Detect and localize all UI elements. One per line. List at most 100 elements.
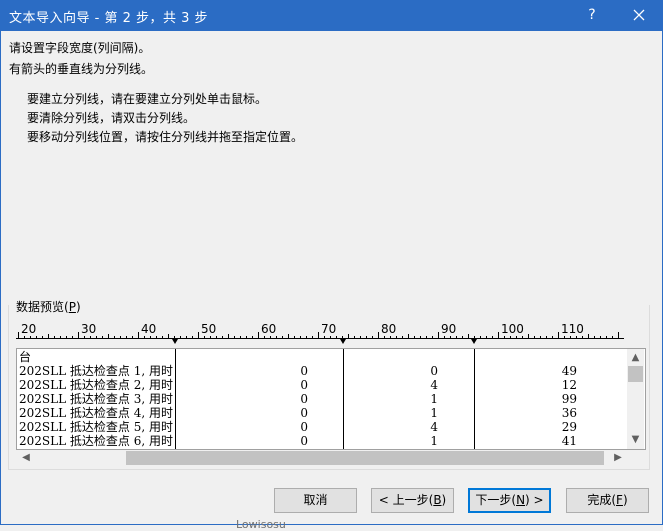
close-button[interactable]	[625, 4, 653, 26]
horizontal-scrollbar[interactable]: ◀ ▶	[16, 450, 628, 466]
ruler-tick	[540, 336, 541, 338]
ruler-tick	[54, 336, 55, 338]
row-name: 202SLL 抵达检查点 4, 用时	[19, 406, 173, 420]
ruler-tick	[576, 336, 577, 338]
row-name: 202SLL 抵达检查点 6, 用时	[19, 434, 173, 448]
ruler-tick	[582, 336, 583, 338]
ruler-tick	[138, 332, 139, 338]
instruction-bullet: 要建立分列线，请在要建立分列处单击鼠标。	[27, 92, 268, 106]
ruler-tick	[492, 336, 493, 338]
break-arrow-icon[interactable]	[172, 339, 178, 344]
ruler-tick	[186, 336, 187, 338]
ruler-label: 60	[261, 322, 277, 336]
row-value: 1	[430, 392, 438, 406]
ruler-tick	[78, 332, 79, 338]
ruler-tick	[270, 336, 271, 338]
preview-row: 202SLL 抵达检查点 1, 用时 0 0 49	[17, 364, 627, 378]
ruler-label: 70	[321, 322, 337, 336]
ruler-tick	[306, 336, 307, 338]
help-button[interactable]: ?	[578, 4, 606, 26]
horizontal-scroll-thumb[interactable]	[126, 451, 604, 465]
row-value: 0	[300, 364, 308, 378]
next-button[interactable]: 下一步(N) >	[468, 488, 551, 513]
ruler-tick	[444, 336, 445, 338]
ruler-tick	[150, 336, 151, 338]
close-icon	[633, 9, 645, 21]
ruler-tick	[228, 334, 229, 338]
ruler-tick	[300, 336, 301, 338]
ruler-tick	[252, 336, 253, 338]
row-value: 99	[561, 392, 577, 406]
ruler-tick	[132, 336, 133, 338]
ruler-tick	[456, 336, 457, 338]
finish-button[interactable]: 完成(F)	[566, 488, 649, 513]
ruler-tick	[516, 336, 517, 338]
ruler-tick	[282, 336, 283, 338]
row-name: 202SLL 抵达检查点 1, 用时	[19, 364, 173, 378]
row-value: 0	[300, 434, 308, 448]
ruler-tick	[396, 336, 397, 338]
ruler-tick	[48, 334, 49, 338]
ruler-tick	[324, 336, 325, 338]
ruler-tick	[108, 334, 109, 338]
ruler-tick	[168, 334, 169, 338]
chevron-up-icon[interactable]: ▲	[627, 351, 644, 365]
ruler-tick	[522, 336, 523, 338]
ruler-label: 50	[201, 322, 217, 336]
ruler-tick	[24, 336, 25, 338]
ruler-tick	[120, 336, 121, 338]
row-value: 49	[561, 364, 577, 378]
ruler-tick	[354, 336, 355, 338]
ruler-label: 20	[21, 322, 37, 336]
ruler-label: 90	[441, 322, 457, 336]
break-arrow-icon[interactable]	[340, 339, 346, 344]
ruler-tick	[318, 332, 319, 338]
ruler-tick	[384, 336, 385, 338]
ruler-tick	[204, 336, 205, 338]
chevron-down-icon[interactable]: ▼	[627, 433, 644, 447]
chevron-left-icon[interactable]: ◀	[18, 450, 34, 466]
preview-row: 202SLL 抵达检查点 4, 用时 0 1 36	[17, 406, 627, 420]
column-ruler[interactable]: 20 30 40 50 60 70 80 90 100 110	[16, 322, 628, 349]
row-value: 0	[300, 378, 308, 392]
ruler-tick	[264, 336, 265, 338]
preview-row: 202SLL 抵达检查点 3, 用时 0 1 99	[17, 392, 627, 406]
vertical-scrollbar[interactable]: ▲ ▼	[627, 349, 644, 449]
data-preview-box[interactable]: 台 202SLL 抵达检查点 1, 用时 0 0 49 202SLL 抵达检查点…	[16, 348, 646, 450]
ruler-tick	[534, 336, 535, 338]
ruler-tick	[216, 336, 217, 338]
preview-row: 202SLL 抵达检查点 2, 用时 0 4 12	[17, 378, 627, 392]
chevron-right-icon[interactable]: ▶	[610, 450, 626, 466]
cancel-button[interactable]: 取消	[274, 488, 357, 513]
data-preview-rows: 台 202SLL 抵达检查点 1, 用时 0 0 49 202SLL 抵达检查点…	[17, 349, 627, 449]
ruler-tick	[66, 336, 67, 338]
break-arrow-icon[interactable]	[471, 339, 477, 344]
ruler-tick	[564, 336, 565, 338]
ruler-tick	[330, 336, 331, 338]
ruler-tick	[366, 336, 367, 338]
title-bar: 文本导入向导 - 第 2 步，共 3 步 ?	[0, 0, 663, 31]
ruler-tick	[612, 336, 613, 338]
row-value: 41	[561, 434, 577, 448]
ruler-label: 40	[141, 322, 157, 336]
instruction-bullet: 要移动分列线位置，请按住分列线并拖至指定位置。	[27, 130, 304, 144]
ruler-tick	[276, 336, 277, 338]
ruler-tick	[432, 336, 433, 338]
ruler-tick	[450, 336, 451, 338]
ruler-line	[16, 338, 624, 339]
ruler-tick	[498, 332, 499, 338]
back-button[interactable]: < 上一步(B)	[371, 488, 454, 513]
ruler-tick	[486, 336, 487, 338]
ruler-tick	[600, 336, 601, 338]
ruler-tick	[426, 336, 427, 338]
ruler-tick	[192, 336, 193, 338]
ruler-tick	[18, 332, 19, 338]
row-value: 1	[430, 406, 438, 420]
row-name: 202SLL 抵达检查点 2, 用时	[19, 378, 173, 392]
row-name: 202SLL 抵达检查点 3, 用时	[19, 392, 173, 406]
ruler-tick	[234, 336, 235, 338]
ruler-tick	[72, 336, 73, 338]
ruler-tick	[348, 334, 349, 338]
ruler-tick	[90, 336, 91, 338]
vertical-scroll-thumb[interactable]	[628, 366, 643, 382]
